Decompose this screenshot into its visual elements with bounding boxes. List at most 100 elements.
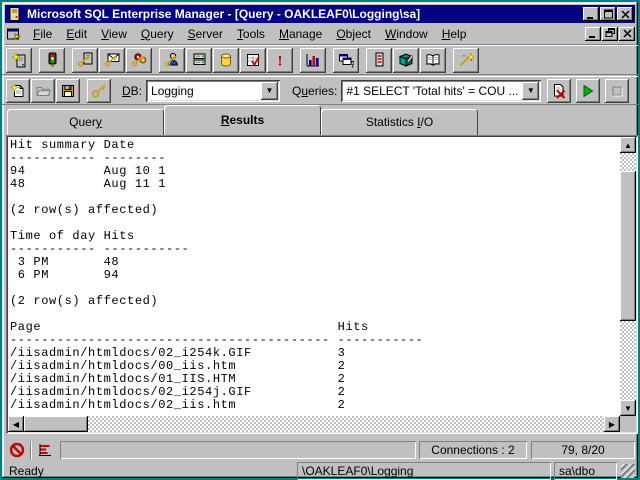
- results-pane: Hit summary Date ----------- -------- 94…: [6, 135, 638, 434]
- menu-view[interactable]: View: [94, 25, 134, 43]
- query-toolbar: DB: Logging ▼ Queries: #1 SELECT 'Total …: [2, 76, 638, 105]
- books-online-button[interactable]: [420, 48, 446, 73]
- minimize-button[interactable]: [583, 7, 599, 21]
- server-options-button[interactable]: [126, 48, 152, 73]
- hscroll-thumb[interactable]: [24, 416, 88, 432]
- statistics-indicator-icon: [33, 440, 57, 460]
- mdi-close-button[interactable]: [619, 27, 635, 41]
- sql-mail-button[interactable]: [99, 48, 125, 73]
- menu-server[interactable]: Server: [181, 25, 230, 43]
- remove-query-button[interactable]: [547, 79, 571, 103]
- divider: [30, 441, 32, 459]
- db-combobox-value: Logging: [146, 84, 261, 98]
- mdi-minimize-button[interactable]: [585, 27, 601, 41]
- register-server-button[interactable]: [6, 48, 32, 73]
- menu-items: FileEditViewQueryServerToolsManageObject…: [26, 25, 584, 43]
- traffic-light-icon: [44, 52, 60, 68]
- wand-icon: [458, 52, 474, 68]
- menu-bar: FileEditViewQueryServerToolsManageObject…: [5, 23, 635, 45]
- manage-logins-button[interactable]: [159, 48, 185, 73]
- db-combobox[interactable]: Logging ▼: [146, 80, 280, 102]
- scroll-left-icon[interactable]: ◀: [8, 416, 24, 432]
- results-hscrollbar[interactable]: ◀ ▶: [8, 416, 620, 432]
- server-manager-button[interactable]: [366, 48, 392, 73]
- tab-strip: Query Results Statistics I/O: [4, 105, 636, 135]
- chevron-down-icon[interactable]: ▼: [261, 82, 278, 100]
- server-key-icon: [77, 52, 93, 68]
- vscroll-thumb[interactable]: [620, 171, 636, 321]
- chevron-down-icon[interactable]: ▼: [522, 82, 539, 100]
- wizard-button[interactable]: [453, 48, 479, 73]
- save-icon: [60, 83, 76, 99]
- save-query-button[interactable]: [56, 79, 80, 103]
- scroll-down-icon[interactable]: ▼: [620, 400, 636, 416]
- tab-statistics-i-o[interactable]: Statistics I/O: [321, 109, 478, 135]
- person-key-icon: [164, 52, 180, 68]
- db-label: DB:: [122, 84, 142, 98]
- key-icon: [91, 83, 107, 99]
- tab-label: Statistics I/O: [366, 115, 433, 129]
- query-options-button[interactable]: [87, 79, 111, 103]
- menu-query[interactable]: Query: [134, 25, 181, 43]
- query-window-icon[interactable]: [6, 26, 24, 42]
- new-page-icon: [10, 83, 26, 99]
- title-bar[interactable]: Microsoft SQL Enterprise Manager - [Quer…: [5, 5, 635, 23]
- play-icon: [580, 83, 596, 99]
- database-devices-button[interactable]: [186, 48, 212, 73]
- cancel-query-button[interactable]: [605, 79, 629, 103]
- desktop: { "window": { "title": "Microsoft SQL En…: [0, 0, 640, 480]
- user-panel: sa\dbo: [554, 462, 617, 480]
- server-stripes-icon: [371, 52, 387, 68]
- alerts-button[interactable]: !: [267, 48, 293, 73]
- cancel-indicator-icon: [5, 440, 29, 460]
- results-vscrollbar[interactable]: ▲ ▼: [620, 137, 636, 416]
- svg-text:!: !: [278, 54, 283, 69]
- alert-icon: !: [272, 52, 288, 68]
- menu-help[interactable]: Help: [435, 25, 474, 43]
- mdi-restore-button[interactable]: [602, 27, 618, 41]
- window-title: Microsoft SQL Enterprise Manager - [Quer…: [27, 7, 582, 21]
- remove-query-icon: [551, 83, 567, 99]
- open-query-button[interactable]: [31, 79, 55, 103]
- results-output[interactable]: Hit summary Date ----------- -------- 94…: [10, 139, 618, 414]
- performance-monitor-button[interactable]: [300, 48, 326, 73]
- menu-object[interactable]: Object: [329, 25, 378, 43]
- gears-key-icon: [131, 52, 147, 68]
- service-manager-button[interactable]: [39, 48, 65, 73]
- queries-combobox[interactable]: #1 SELECT 'Total hits' = COU ... ▼: [341, 80, 541, 102]
- server-new-icon: [11, 52, 27, 68]
- tab-results[interactable]: Results: [164, 105, 321, 135]
- help-button[interactable]: ?: [333, 48, 359, 73]
- database-icon: [218, 52, 234, 68]
- query-tool-button[interactable]: [240, 48, 266, 73]
- open-folder-icon: [35, 83, 51, 99]
- menu-window[interactable]: Window: [378, 25, 435, 43]
- remote-servers-button[interactable]: [72, 48, 98, 73]
- tab-label: Query: [69, 115, 102, 129]
- help-windows-icon: ?: [338, 52, 354, 68]
- new-query-button[interactable]: [6, 79, 30, 103]
- queries-label: Queries:: [292, 84, 337, 98]
- menu-file[interactable]: File: [26, 25, 59, 43]
- databases-button[interactable]: [213, 48, 239, 73]
- tab-query[interactable]: Query: [7, 109, 164, 135]
- execute-query-button[interactable]: [576, 79, 600, 103]
- devices-icon: [191, 52, 207, 68]
- tab-label: Results: [221, 113, 264, 127]
- query-check-icon: [245, 52, 261, 68]
- chart-icon: [305, 52, 321, 68]
- scroll-right-icon[interactable]: ▶: [604, 416, 620, 432]
- maximize-button[interactable]: [600, 7, 616, 21]
- book-open-icon: [425, 52, 441, 68]
- mail-key-icon: [104, 52, 120, 68]
- scrollbar-corner: [620, 416, 636, 432]
- menu-edit[interactable]: Edit: [59, 25, 94, 43]
- menu-manage[interactable]: Manage: [272, 25, 329, 43]
- queries-combobox-value: #1 SELECT 'Total hits' = COU ...: [341, 84, 522, 98]
- write-docs-button[interactable]: [393, 48, 419, 73]
- menu-tools[interactable]: Tools: [230, 25, 272, 43]
- resize-grip[interactable]: [621, 464, 635, 478]
- scroll-up-icon[interactable]: ▲: [620, 137, 636, 153]
- close-button[interactable]: [617, 7, 633, 21]
- app-window: Microsoft SQL Enterprise Manager - [Quer…: [2, 2, 638, 478]
